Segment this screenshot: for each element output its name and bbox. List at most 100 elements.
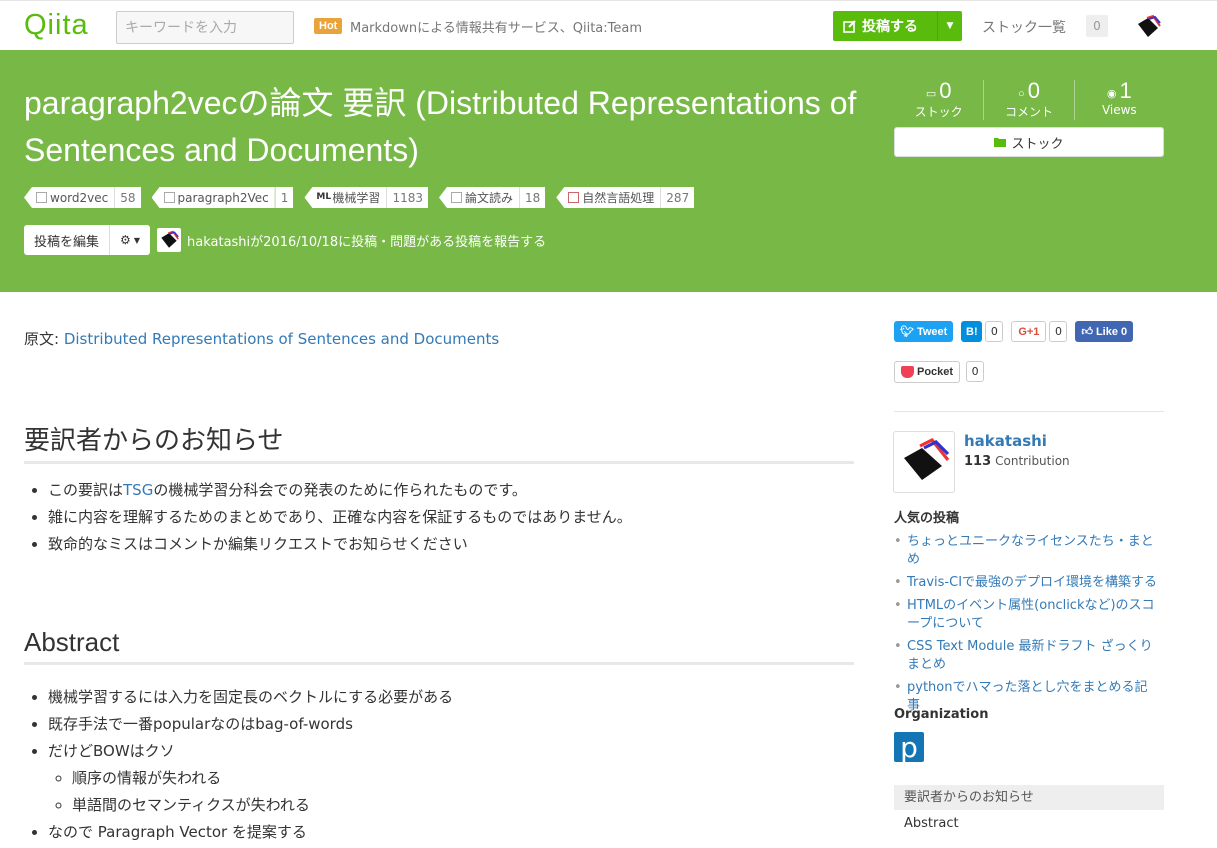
pocket-label: Pocket — [917, 366, 954, 378]
tag-word2vec[interactable]: word2vec 58 — [24, 187, 141, 208]
tag-image-icon — [163, 192, 175, 203]
tag-machine-learning[interactable]: ML 機械学習 1183 — [304, 187, 428, 208]
tag-count: 1 — [274, 187, 294, 208]
views-stat: ◉ 1 Views — [1075, 80, 1164, 120]
list-item: CSS Text Module 最新ドラフト ざっくりまとめ — [894, 638, 1159, 674]
qiita-team-promo-link[interactable]: Markdownによる情報共有サービス、Qiita:Team — [350, 17, 642, 36]
ml-icon: ML — [316, 192, 332, 202]
stock-count: 0 — [939, 78, 952, 103]
source-prefix: 原文: — [24, 330, 64, 348]
popular-post-link[interactable]: HTMLのイベント属性(onclickなど)のスコープについて — [907, 598, 1155, 631]
edit-icon — [843, 20, 856, 33]
author-avatar[interactable] — [157, 228, 181, 252]
popular-post-link[interactable]: CSS Text Module 最新ドラフト ざっくりまとめ — [907, 639, 1153, 672]
hatena-count: 0 — [985, 321, 1004, 342]
tag-count: 287 — [660, 187, 695, 208]
post-button-label: 投稿する — [862, 19, 918, 35]
folder-icon — [994, 138, 1007, 147]
list-item: だけどBOWはクソ 順序の情報が失われる 単語間のセマンティクスが失われる — [48, 738, 453, 819]
tag-count: 18 — [519, 187, 546, 208]
abstract-list: 機械学習するには入力を固定長のベクトルにする必要がある 既存手法で一番popul… — [48, 684, 453, 846]
list-item: 雑に内容を理解するためのまとめであり、正確な内容を保証するものではありません。 — [48, 504, 632, 531]
google-plus-button[interactable]: G+1 — [1011, 321, 1047, 342]
list-item: 既存手法で一番popularなのはbag-of-words — [48, 711, 453, 738]
search-input[interactable] — [116, 11, 294, 44]
toc-item-notice[interactable]: 要訳者からのお知らせ — [894, 785, 1164, 810]
article-title: paragraph2vecの論文 要訳 (Distributed Represe… — [24, 85, 857, 168]
edit-button-group: 投稿を編集 ⚙ ▼ — [24, 225, 151, 255]
pocket-icon — [901, 366, 914, 378]
list-item: なので Paragraph Vector を提案する — [48, 819, 453, 846]
stock-list-link[interactable]: ストック一覧 — [982, 17, 1066, 37]
tag-label: paragraph2Vec — [177, 190, 269, 205]
popular-post-link[interactable]: ちょっとユニークなライセンスたち・まとめ — [907, 534, 1154, 567]
comment-count: 0 — [1027, 78, 1040, 103]
list-item: 単語間のセマンティクスが失われる — [72, 792, 453, 819]
profile-avatar[interactable] — [893, 431, 955, 493]
pocket-share: Pocket 0 — [894, 361, 985, 383]
tag-label: word2vec — [50, 190, 109, 205]
gear-icon: ⚙ — [120, 233, 131, 247]
tag-nlp[interactable]: 自然言語処理 287 — [556, 187, 695, 208]
author-post-text[interactable]: hakatashiが2016/10/18に投稿・問題がある投稿を報告する — [187, 231, 546, 250]
list-item: 致命的なミスはコメントか編集リクエストでお知らせください — [48, 531, 632, 558]
toc-item-abstract[interactable]: Abstract — [894, 810, 1164, 838]
profile-name[interactable]: hakatashi — [964, 432, 1047, 450]
post-dropdown-caret[interactable]: ▼ — [937, 11, 962, 41]
source-line: 原文: Distributed Representations of Sente… — [24, 328, 499, 349]
notice-list: この要訳はTSGの機械学習分科会での発表のために作られたものです。 雑に内容を理… — [48, 477, 632, 558]
list-item: 順序の情報が失われる — [72, 765, 453, 792]
nested-list: 順序の情報が失われる 単語間のセマンティクスが失われる — [48, 765, 453, 819]
tweet-button[interactable]: 🐦︎ Tweet — [894, 321, 954, 342]
table-of-contents: 要訳者からのお知らせ Abstract — [894, 785, 1164, 838]
comment-stat-label: コメント — [1004, 105, 1053, 119]
organization-heading: Organization — [894, 707, 989, 722]
contribution-count: 113 — [964, 454, 992, 469]
thumbs-up-icon: 👍︎ — [1081, 326, 1093, 338]
stock-stat-label: ストック — [914, 105, 963, 119]
list-item: HTMLのイベント属性(onclickなど)のスコープについて — [894, 597, 1159, 633]
tag-label: 自然言語処理 — [582, 191, 655, 205]
contribution: 113 Contribution — [964, 454, 1070, 469]
hatena-bookmark-button[interactable]: B! — [961, 321, 983, 342]
eye-icon: ◉ — [1106, 88, 1117, 100]
list-item: Travis-CIで最強のデプロイ環境を構築する — [894, 574, 1159, 592]
post-button[interactable]: 投稿する ▼ — [833, 11, 962, 41]
chevron-down-icon: ▼ — [946, 21, 954, 31]
notification-count[interactable]: 0 — [1086, 15, 1108, 37]
contribution-label: Contribution — [995, 454, 1070, 468]
stock-button[interactable]: ストック — [894, 127, 1164, 157]
tweet-label: Tweet — [916, 325, 948, 338]
views-stat-label: Views — [1101, 103, 1137, 117]
qiita-logo[interactable]: Qiita — [24, 9, 89, 42]
tsg-link[interactable]: TSG — [123, 481, 153, 499]
stock-stat: ▭ 0 ストック — [894, 78, 985, 120]
list-item: ちょっとユニークなライセンスたち・まとめ — [894, 533, 1159, 569]
list-text: だけどBOWはクソ — [48, 742, 175, 760]
source-link[interactable]: Distributed Representations of Sentences… — [64, 330, 499, 348]
avatar-image — [161, 230, 179, 248]
settings-dropdown-button[interactable]: ⚙ ▼ — [110, 225, 150, 255]
section-heading-notice: 要訳者からのお知らせ — [24, 420, 854, 464]
tag-label: 論文読み — [464, 191, 513, 205]
comment-icon: ○ — [1018, 88, 1025, 100]
views-count: 1 — [1119, 78, 1132, 103]
twitter-icon: 🐦︎ — [900, 326, 914, 338]
sidebar-divider — [894, 411, 1164, 412]
list-item: 機械学習するには入力を固定長のベクトルにする必要がある — [48, 684, 453, 711]
tag-image-icon — [36, 192, 47, 203]
comment-stat: ○ 0 コメント — [984, 78, 1075, 120]
tag-paragraph2vec[interactable]: paragraph2Vec 1 — [151, 187, 294, 208]
tag-paper-reading[interactable]: 論文読み 18 — [438, 187, 546, 208]
pocket-button[interactable]: Pocket — [894, 361, 961, 383]
popular-post-link[interactable]: Travis-CIで最強のデプロイ環境を構築する — [907, 575, 1157, 590]
author-info: hakatashiが2016/10/18に投稿・問題がある投稿を報告する — [157, 228, 546, 252]
organization-logo[interactable]: p — [894, 731, 924, 764]
facebook-like-button[interactable]: 👍︎ Like 0 — [1075, 321, 1134, 342]
post-button-main[interactable]: 投稿する — [833, 11, 928, 41]
popular-posts-list: ちょっとユニークなライセンスたち・まとめ Travis-CIで最強のデプロイ環境… — [894, 533, 1159, 720]
user-avatar[interactable] — [1135, 14, 1161, 40]
edit-post-button[interactable]: 投稿を編集 — [24, 225, 111, 255]
list-text: の機械学習分科会での発表のために作られたものです。 — [153, 481, 527, 499]
fb-like-label: Like 0 — [1095, 325, 1128, 338]
